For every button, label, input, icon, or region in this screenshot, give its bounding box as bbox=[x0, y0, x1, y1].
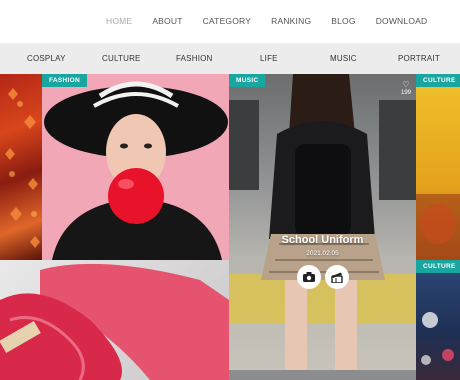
top-nav-items: HOME ABOUT CATEGORY RANKING BLOG DOWNLOA… bbox=[106, 16, 447, 26]
culture-image-bottom bbox=[421, 312, 454, 365]
like-count: 199 bbox=[400, 90, 411, 96]
culture-badge-top: CULTURE bbox=[416, 74, 460, 87]
school-uniform-image bbox=[229, 74, 416, 380]
autumn-leaves-image bbox=[5, 88, 40, 248]
film-button[interactable] bbox=[325, 265, 349, 289]
nav-category[interactable]: CATEGORY bbox=[203, 16, 252, 26]
culture-badge-bottom: CULTURE bbox=[416, 260, 460, 273]
culture-tile-bottom[interactable]: CULTURE bbox=[416, 260, 460, 380]
fashion-model-image bbox=[44, 81, 228, 260]
popsicle-image bbox=[0, 263, 229, 380]
camera-button[interactable] bbox=[297, 265, 321, 289]
film-icon bbox=[331, 272, 343, 283]
category-cosplay[interactable]: COSPLAY bbox=[27, 54, 66, 63]
category-life[interactable]: LIFE bbox=[260, 54, 278, 63]
category-portrait[interactable]: PORTRAIT bbox=[398, 54, 440, 63]
heart-icon[interactable]: ♡ bbox=[399, 80, 413, 89]
top-navigation: HOME ABOUT CATEGORY RANKING BLOG DOWNLOA… bbox=[0, 0, 460, 43]
category-music[interactable]: MUSIC bbox=[330, 54, 357, 63]
category-bar: COSPLAY CULTURE FASHION LIFE MUSIC PORTR… bbox=[0, 43, 460, 74]
music-badge: MUSIC bbox=[229, 74, 266, 87]
culture-image-top bbox=[416, 194, 460, 260]
fashion-badge: FASHION bbox=[42, 74, 87, 87]
category-culture[interactable]: CULTURE bbox=[102, 54, 141, 63]
fashion-tile[interactable]: FASHION bbox=[42, 74, 229, 260]
nav-about[interactable]: ABOUT bbox=[152, 16, 182, 26]
camera-icon bbox=[303, 272, 315, 282]
nav-download[interactable]: DOWNLOAD bbox=[376, 16, 428, 26]
autumn-leaves-tile[interactable] bbox=[0, 74, 42, 260]
post-title[interactable]: School Uniform bbox=[229, 234, 416, 246]
music-tile[interactable]: MUSIC ♡ 199 School Uniform 2021.02.05 bbox=[229, 74, 416, 380]
popsicle-tile[interactable] bbox=[0, 260, 229, 380]
nav-blog[interactable]: BLOG bbox=[331, 16, 355, 26]
post-date: 2021.02.05 bbox=[306, 250, 339, 257]
nav-home[interactable]: HOME bbox=[106, 16, 132, 26]
nav-ranking[interactable]: RANKING bbox=[271, 16, 311, 26]
culture-tile-top[interactable]: CULTURE bbox=[416, 74, 460, 260]
category-fashion[interactable]: FASHION bbox=[176, 54, 213, 63]
